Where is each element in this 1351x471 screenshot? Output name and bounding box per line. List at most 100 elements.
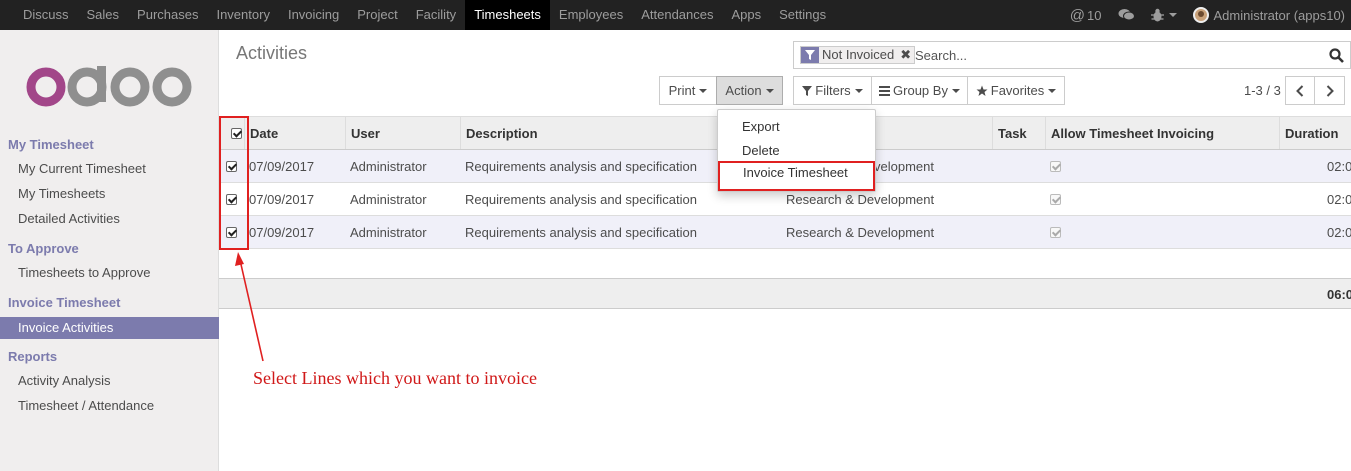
close-icon[interactable]: ✖ (897, 47, 914, 63)
chevron-left-icon (1296, 84, 1304, 97)
pager-value: 1-3 / 3 (1244, 83, 1281, 98)
odoo-logo (26, 66, 192, 107)
cell-description: Requirements analysis and specification (465, 158, 697, 174)
cell-date: 07/09/2017 (249, 224, 315, 240)
menu-attendances[interactable]: Attendances (632, 0, 722, 30)
menu-employees[interactable]: Employees (550, 0, 632, 30)
cell-user: Administrator (350, 158, 427, 174)
action-label: Action (725, 83, 762, 98)
annotation-highlight-box (219, 116, 249, 250)
sidebar-section-reports: Reports (8, 349, 58, 364)
user-name: Administrator (apps10) (1213, 7, 1346, 23)
action-button[interactable]: Action (716, 76, 783, 105)
facet-label: Not Invoiced (822, 47, 895, 62)
cell-description: Requirements analysis and specification (465, 191, 697, 207)
sidebar-item-timesheets-to-approve[interactable]: Timesheets to Approve (0, 262, 219, 284)
sidebar: My Timesheet My Current Timesheet My Tim… (0, 30, 219, 471)
menu-invoicing[interactable]: Invoicing (279, 0, 348, 30)
filter-icon (801, 47, 819, 63)
table-row[interactable]: 07/09/2017 Administrator Requirements an… (219, 216, 1351, 249)
sidebar-item-activity-analysis[interactable]: Activity Analysis (0, 370, 219, 392)
sidebar-item-invoice-activities[interactable]: Invoice Activities (0, 317, 219, 339)
topbar-systray: @ 10 Administrator (apps10) (1062, 0, 1351, 30)
allow-invoicing-checkbox (1050, 160, 1061, 172)
cell-project: Research & Development (786, 224, 935, 240)
column-date[interactable]: Date (244, 117, 345, 149)
annotation-text: Select Lines which you want to invoice (253, 368, 537, 388)
star-icon (976, 85, 988, 97)
sidebar-section-invoice-timesheet: Invoice Timesheet (8, 295, 121, 310)
cell-duration: 02:0 (1327, 191, 1351, 207)
cell-allow-invoicing (1050, 216, 1061, 248)
chevron-down-icon (765, 88, 774, 93)
at-icon: @ (1069, 6, 1086, 24)
pager-next-button[interactable] (1314, 76, 1345, 105)
debug-menu-button[interactable] (1143, 0, 1185, 30)
mentions-button[interactable]: @ 10 (1062, 0, 1110, 30)
chat-button[interactable] (1110, 0, 1143, 30)
comments-icon (1118, 9, 1135, 21)
menu-timesheets[interactable]: Timesheets (465, 0, 550, 30)
top-navbar: Discuss Sales Purchases Inventory Invoic… (0, 0, 1351, 30)
cell-date: 07/09/2017 (249, 191, 315, 207)
cell-project: velopment (874, 158, 934, 174)
group-by-label: Group By (893, 83, 948, 98)
menu-item-delete[interactable]: Delete (718, 139, 875, 163)
sidebar-item-timesheet-attendance[interactable]: Timesheet / Attendance (0, 395, 219, 417)
menu-discuss[interactable]: Discuss (14, 0, 78, 30)
search-facet: Not Invoiced ✖ (800, 46, 916, 64)
menu-project[interactable]: Project (348, 0, 406, 30)
bars-icon (879, 85, 891, 96)
menu-sales[interactable]: Sales (78, 0, 129, 30)
chevron-right-icon (1326, 84, 1334, 97)
mentions-count: 10 (1087, 7, 1102, 23)
sidebar-item-detailed-activities[interactable]: Detailed Activities (0, 208, 219, 230)
filter-icon (802, 85, 813, 96)
search-icon[interactable] (1329, 48, 1344, 63)
cell-duration: 02:0 (1327, 224, 1351, 240)
chevron-down-icon (1048, 88, 1057, 93)
filters-button[interactable]: Filters (793, 76, 872, 105)
cell-description: Requirements analysis and specification (465, 224, 697, 240)
menu-item-invoice-timesheet[interactable]: Invoice Timesheet (718, 161, 875, 191)
print-label: Print (668, 83, 696, 98)
chevron-down-icon (854, 88, 863, 93)
column-duration[interactable]: Duration (1279, 117, 1351, 149)
menu-item-export[interactable]: Export (718, 115, 875, 139)
app-menu: Discuss Sales Purchases Inventory Invoic… (0, 0, 835, 30)
filters-label: Filters (815, 83, 851, 98)
allow-invoicing-checkbox (1050, 193, 1061, 205)
pager-previous-button[interactable] (1285, 76, 1315, 105)
cell-date: 07/09/2017 (249, 158, 315, 174)
column-user[interactable]: User (345, 117, 460, 149)
user-menu-button[interactable]: Administrator (apps10) (1185, 0, 1351, 30)
cell-user: Administrator (350, 224, 427, 240)
print-button[interactable]: Print (659, 76, 717, 105)
chevron-down-icon (951, 88, 960, 93)
cell-allow-invoicing (1050, 150, 1061, 182)
menu-inventory[interactable]: Inventory (207, 0, 278, 30)
search-bar: Not Invoiced ✖ (793, 41, 1351, 69)
menu-purchases[interactable]: Purchases (128, 0, 207, 30)
page-title: Activities (236, 43, 308, 63)
favorites-button[interactable]: Favorites (967, 76, 1065, 105)
menu-facility[interactable]: Facility (407, 0, 465, 30)
allow-invoicing-checkbox (1050, 226, 1061, 238)
menu-settings[interactable]: Settings (770, 0, 835, 30)
sidebar-item-my-current-timesheet[interactable]: My Current Timesheet (0, 158, 219, 180)
sidebar-section-to-approve: To Approve (8, 241, 79, 256)
column-task[interactable]: Task (992, 117, 1046, 149)
favorites-label: Favorites (990, 83, 1045, 98)
menu-apps[interactable]: Apps (723, 0, 771, 30)
cell-duration: 02:0 (1327, 158, 1351, 174)
bug-icon (1150, 8, 1164, 22)
table-footer: 06:0 (219, 278, 1351, 309)
cell-user: Administrator (350, 191, 427, 207)
column-allow-timesheet-invoicing[interactable]: Allow Timesheet Invoicing (1045, 117, 1280, 149)
search-input[interactable] (915, 46, 1315, 64)
chevron-down-icon (699, 88, 708, 93)
sidebar-item-my-timesheets[interactable]: My Timesheets (0, 183, 219, 205)
group-by-button[interactable]: Group By (871, 76, 968, 105)
sidebar-section-my-timesheet: My Timesheet (8, 137, 94, 152)
avatar (1192, 7, 1209, 23)
